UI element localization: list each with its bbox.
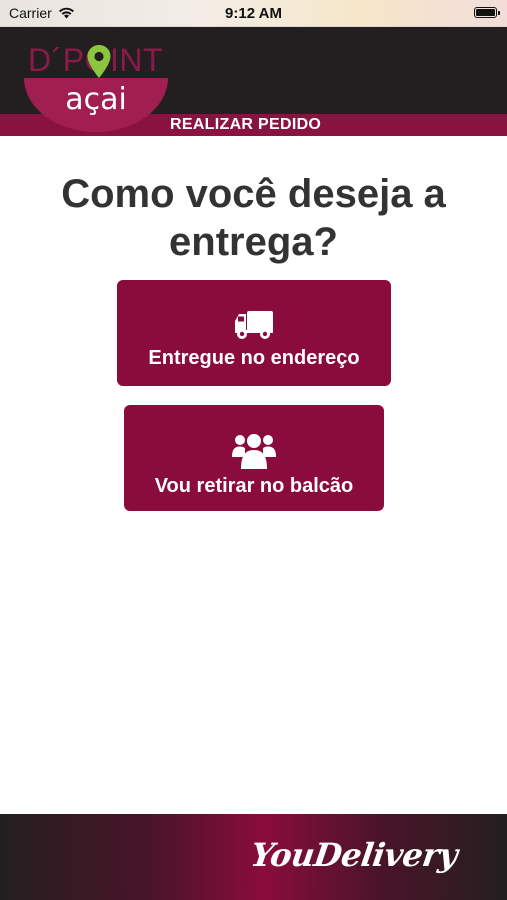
location-pin-icon <box>87 45 111 78</box>
deliver-to-address-label: Entregue no endereço <box>148 347 360 369</box>
status-bar: Carrier 9:12 AM <box>0 0 507 27</box>
brand-logo: D´POINT açai <box>24 40 174 136</box>
deliver-to-address-button[interactable]: Entregue no endereço <box>117 280 391 386</box>
delivery-question: Como você deseja a entrega? <box>61 172 446 264</box>
logo-wordmark-bottom: açai <box>65 82 127 117</box>
status-time: 9:12 AM <box>225 5 282 22</box>
users-icon <box>232 434 276 469</box>
pickup-at-counter-button[interactable]: Vou retirar no balcão <box>124 405 384 511</box>
app-screen: Carrier 9:12 AM REALIZAR PEDIDO D´POINT … <box>0 0 507 900</box>
app-footer: YouDelivery <box>0 814 507 900</box>
footer-brand-logo: YouDelivery <box>248 836 460 874</box>
page-title: REALIZAR PEDIDO <box>170 116 322 133</box>
battery-level <box>476 9 495 16</box>
pickup-at-counter-label: Vou retirar no balcão <box>154 475 354 497</box>
truck-icon <box>235 311 273 339</box>
battery-icon <box>474 7 500 18</box>
